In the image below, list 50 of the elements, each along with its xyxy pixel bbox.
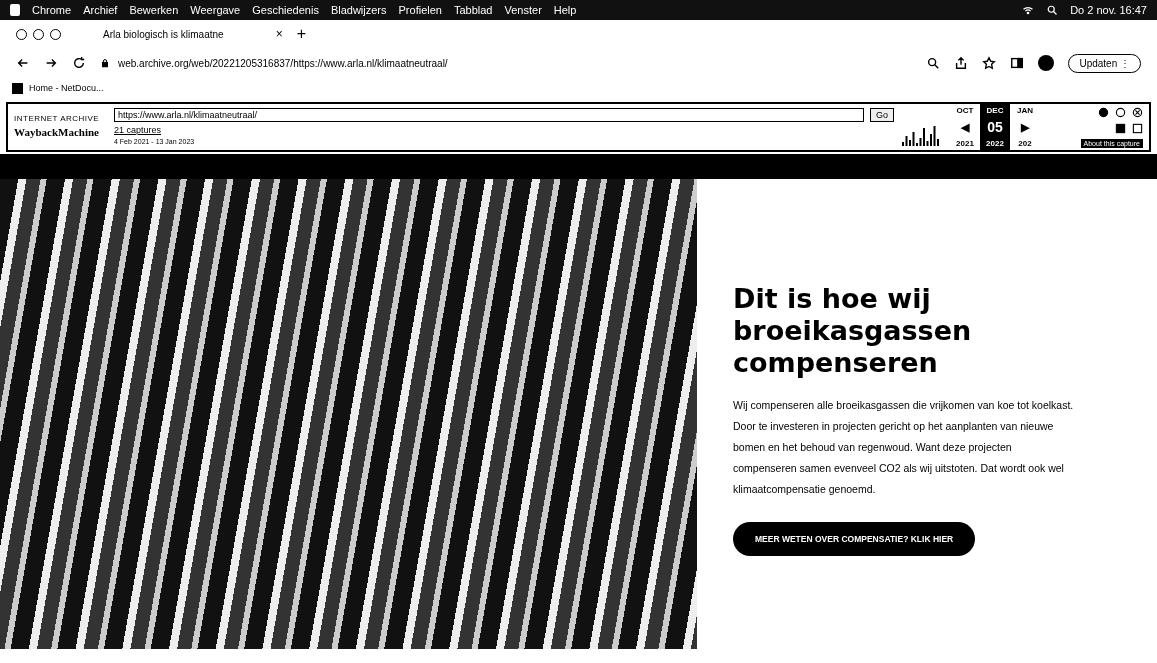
month-label: OCT <box>956 106 974 115</box>
captures-link[interactable]: 21 captures <box>114 125 894 135</box>
address-bar[interactable]: web.archive.org/web/20221205316837/https://www.arla.nl/klimaatneutraal/ <box>118 57 448 69</box>
wayback-logo[interactable]: WaybackMachine <box>14 125 101 140</box>
wayback-url-field[interactable]: https://www.arla.nl/klimaatneutraal/ <box>114 108 864 122</box>
year-label: 202 <box>1018 139 1032 148</box>
menu-item[interactable]: Geschiedenis <box>252 4 319 16</box>
close-tab-icon[interactable]: × <box>275 27 283 41</box>
menu-item[interactable]: Chrome <box>32 4 72 16</box>
back-icon[interactable] <box>16 56 30 70</box>
capture-day: 05 <box>987 119 1003 135</box>
captures-histogram[interactable] <box>902 124 942 146</box>
menu-item[interactable]: Weergave <box>190 4 241 16</box>
star-icon[interactable] <box>982 56 997 70</box>
reload-icon[interactable] <box>72 56 86 70</box>
profile-avatar[interactable] <box>1038 55 1055 71</box>
menu-item[interactable]: Bladwijzers <box>330 4 387 16</box>
search-icon[interactable] <box>926 56 941 70</box>
menu-item[interactable]: Archief <box>83 4 118 16</box>
cta-button[interactable]: MEER WETEN OVER COMPENSATIE? KLIK HIER <box>733 521 976 556</box>
close-icon[interactable] <box>1132 107 1143 118</box>
next-icon[interactable]: ▶ <box>1021 120 1029 134</box>
bookmark-item[interactable]: Home - NetDocu... <box>29 83 104 93</box>
browser-tab[interactable]: Arla biologisch is klimaatne <box>95 24 232 44</box>
year-label: 2022 <box>986 139 1004 148</box>
bookmark-icon <box>12 82 23 94</box>
menu-item[interactable]: Profielen <box>398 4 442 16</box>
menu-item[interactable]: Help <box>553 4 577 16</box>
archive-brand: INTERNET ARCHIVE <box>14 114 100 123</box>
lock-icon[interactable] <box>100 58 110 68</box>
wifi-icon[interactable] <box>1022 4 1035 16</box>
previous-icon[interactable]: ◀ <box>961 120 969 134</box>
menu-item[interactable]: Tabblad <box>453 4 493 16</box>
search-icon[interactable] <box>1046 4 1059 16</box>
clock: Do 2 nov. 16:47 <box>1070 4 1147 16</box>
new-tab-icon[interactable]: + <box>296 25 306 43</box>
menu-item[interactable]: Bewerken <box>129 4 179 16</box>
calendar-column[interactable]: OCT ◀ 2021 <box>950 104 980 150</box>
update-button[interactable]: Updaten ⋮ <box>1068 53 1141 73</box>
month-label: DEC <box>986 106 1004 115</box>
sidebar-icon[interactable] <box>1010 56 1025 70</box>
forward-icon[interactable] <box>44 56 58 70</box>
month-label: JAN <box>1017 106 1033 115</box>
calendar-column[interactable]: DEC 05 2022 <box>980 104 1010 150</box>
go-button[interactable]: Go <box>870 108 894 122</box>
calendar-column[interactable]: JAN ▶ 202 <box>1010 104 1040 150</box>
menu-item[interactable]: Venster <box>504 4 542 16</box>
hero-heading: Dit is hoe wij broeikasgassen compenseren <box>733 282 973 379</box>
hero-paragraph: Wij compenseren alle broeikasgassen die vrijkomen van koe tot koelkast. Door te investeren in projecten gericht op het aanplanten van nieuwe bomen en het behoud van regenwoud. Want deze projecten compenseren samen evenveel CO2 als wij uitstoten. Dat wordt ook wel klimaatcompensatie genoemd. <box>733 397 1075 497</box>
year-label: 2021 <box>956 139 974 148</box>
